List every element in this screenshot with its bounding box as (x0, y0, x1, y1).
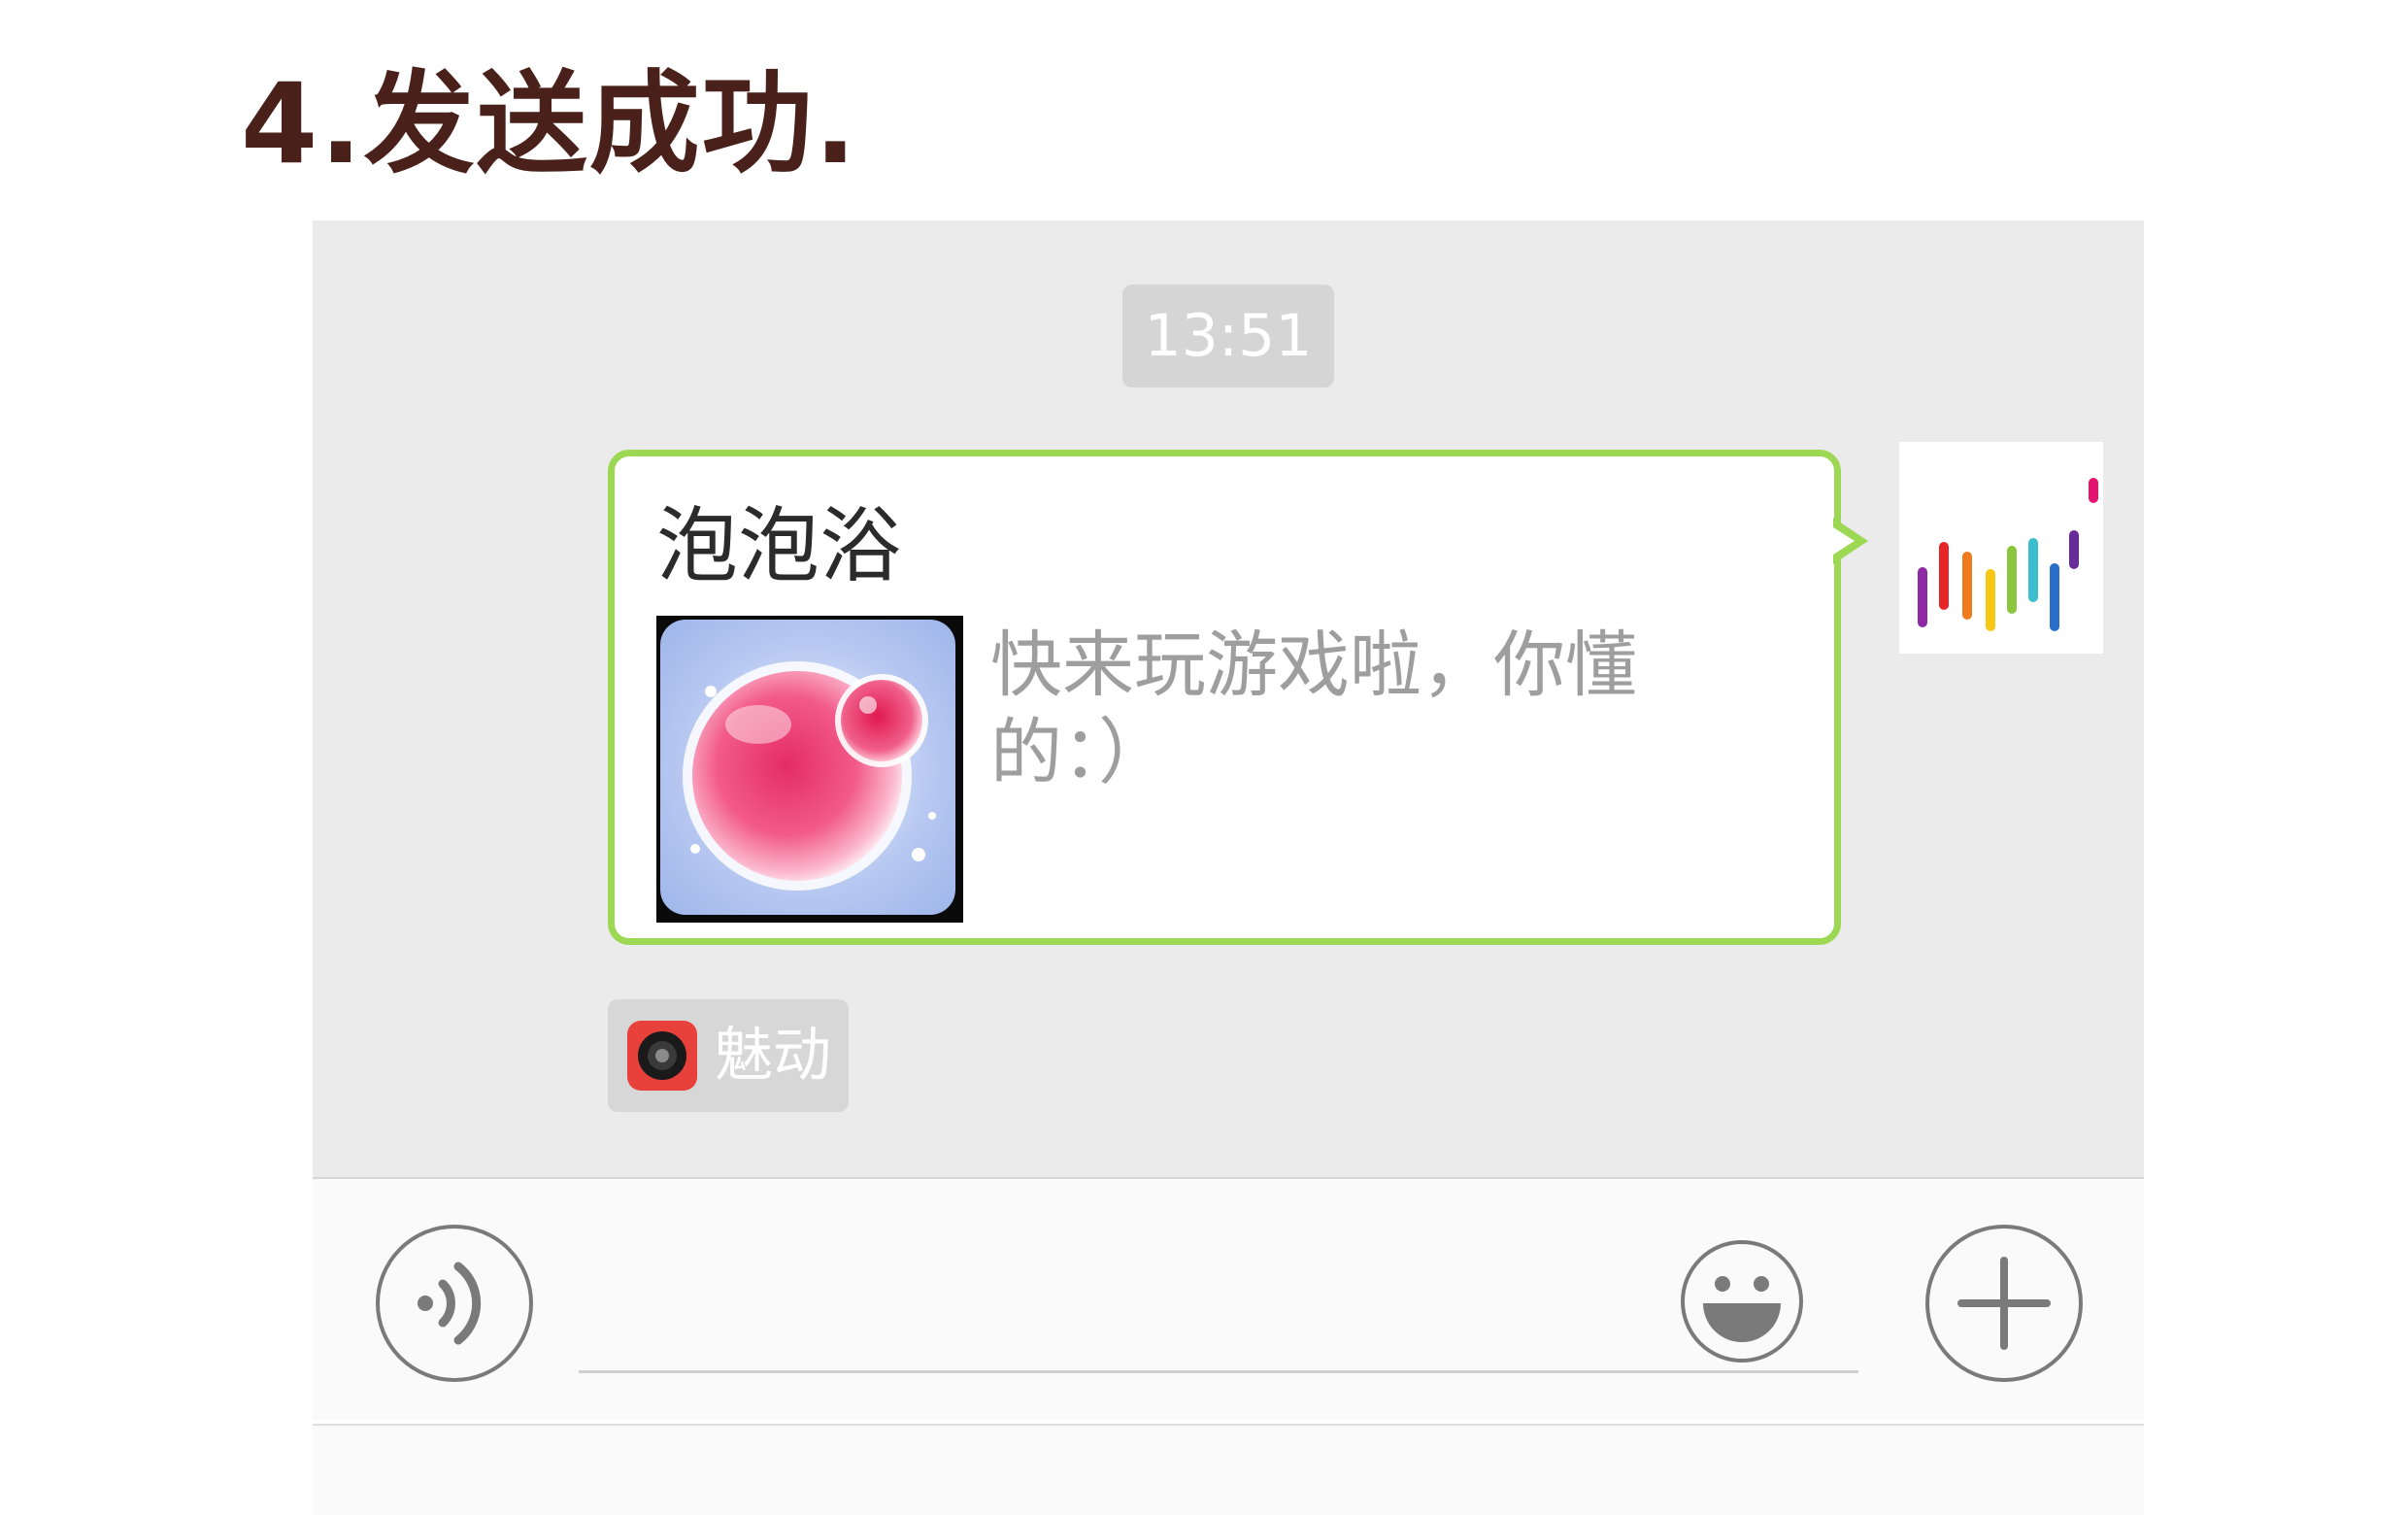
bottom-area (313, 1426, 2144, 1515)
pink-bubble-game-icon (656, 616, 963, 923)
emoji-button[interactable] (1680, 1239, 1804, 1364)
message-timestamp: 13:51 (1122, 285, 1334, 387)
bubble-tail (1833, 518, 1868, 564)
shared-game-description: 快来玩游戏啦，你懂的：） (990, 623, 1637, 794)
shared-game-card[interactable]: 泡泡浴 快来玩游戏啦，你懂的：） (608, 450, 1841, 945)
emoji-icon (1681, 1240, 1803, 1363)
shared-game-title: 泡泡浴 (656, 498, 902, 593)
message-input[interactable] (579, 1247, 1858, 1373)
page-heading: 4.发送成功. (241, 59, 858, 188)
voice-input-button[interactable] (375, 1224, 534, 1383)
voice-input-icon (376, 1225, 533, 1382)
add-icon (1925, 1225, 2083, 1382)
add-button[interactable] (1924, 1224, 2084, 1383)
input-bar (313, 1179, 2144, 1420)
source-app-tag[interactable]: 魅动 (608, 999, 849, 1112)
meidong-app-icon (627, 1021, 697, 1091)
chat-panel: 13:51 泡泡浴 快来玩游戏啦，你懂的：） 魅动 (313, 220, 2144, 1177)
colorful-bars-avatar[interactable] (1899, 442, 2103, 654)
source-app-name: 魅动 (715, 1022, 831, 1090)
